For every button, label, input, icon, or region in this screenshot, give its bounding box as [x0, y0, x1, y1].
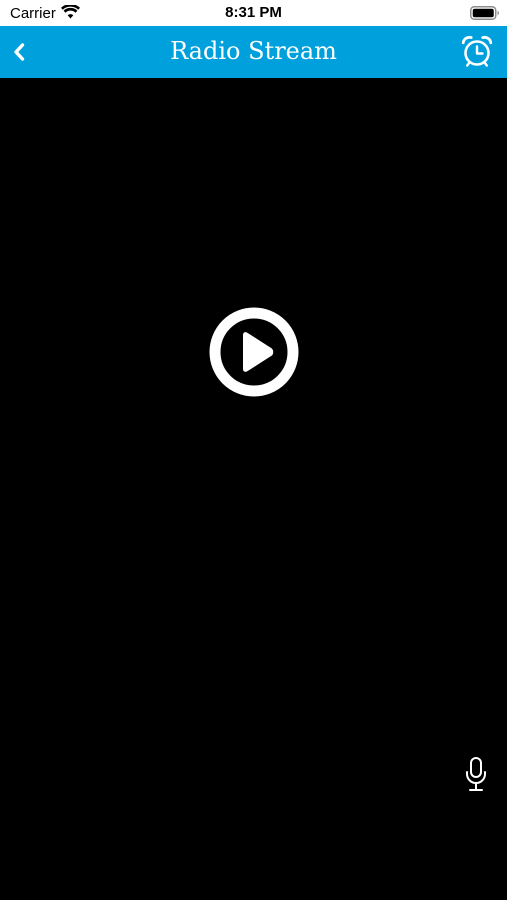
alarm-button[interactable] [459, 34, 495, 68]
play-button[interactable] [208, 306, 300, 398]
microphone-button[interactable] [462, 756, 490, 794]
alarm-clock-icon [461, 35, 493, 67]
battery-icon [470, 6, 499, 20]
status-time: 8:31 PM [225, 4, 282, 21]
page-title: Radio Stream [170, 37, 337, 65]
navigation-bar: Radio Stream [0, 26, 507, 78]
status-bar: Carrier 8:31 PM [0, 0, 507, 26]
play-circle-icon [209, 307, 299, 397]
microphone-icon [466, 757, 486, 791]
